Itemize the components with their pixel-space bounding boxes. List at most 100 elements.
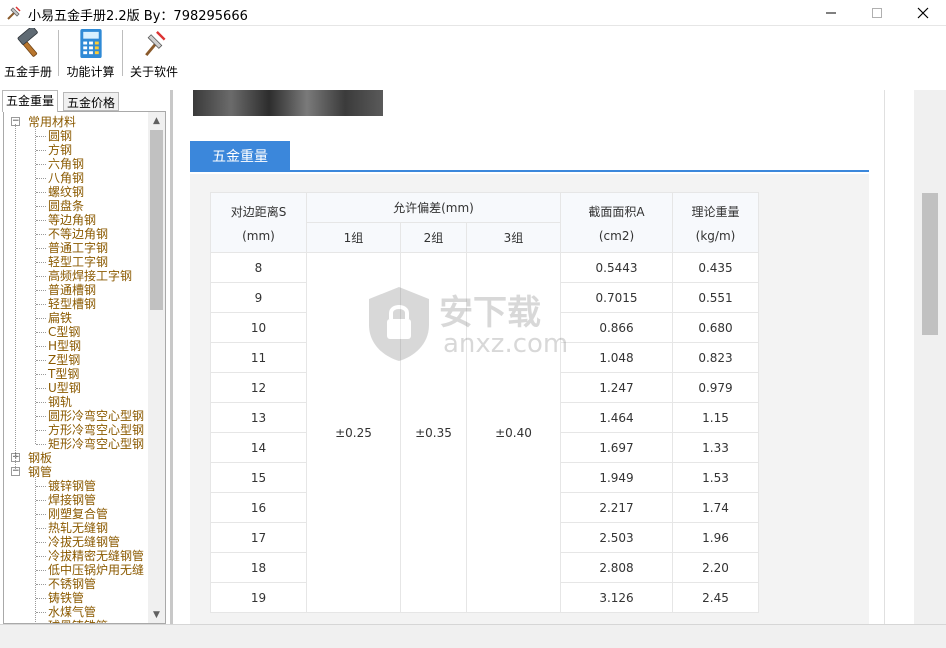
tree-item[interactable]: 方形冷弯空心型钢 [4,423,144,437]
cell-distance: 12 [210,372,307,403]
tree-connector [36,276,46,277]
content-scrollbar[interactable] [914,90,946,624]
section-underline [190,170,869,172]
tree-group[interactable]: − 钢管 [4,465,144,479]
tree-item-label: 镀锌钢管 [48,479,97,493]
col-header-group1: 1组 [306,222,401,253]
window-title: 小易五金手册2.2版 By：798295666 [28,9,248,24]
tree-item[interactable]: 普通工字钢 [4,241,144,255]
cell-weight: 2.20 [672,552,759,583]
material-tree[interactable]: ▲ ▼ − 常用材料 圆钢 方钢 六角钢 八角钢 螺纹钢 圆盘条 等边角钢 不等边角钢 普通工字钢轻… [3,111,166,624]
toolbar-button-hardware-manual[interactable]: 五金手册 [3,28,53,80]
tree-connector [36,220,46,221]
cell-distance: 8 [210,252,307,283]
tree-item[interactable]: 不等边角钢 [4,227,144,241]
maximize-icon [872,8,882,18]
toolbar-button-about[interactable]: 关于软件 [127,28,181,80]
close-button[interactable] [900,0,946,26]
tree-item[interactable]: 焊接钢管 [4,493,144,507]
tree-item[interactable]: 冷拔无缝钢管 [4,535,144,549]
tree-connector [36,346,46,347]
tree-item[interactable]: 刚塑复合管 [4,507,144,521]
tree-item[interactable]: 轻型槽钢 [4,297,144,311]
tree-item[interactable]: 铸铁管 [4,591,144,605]
tree-item[interactable]: Z型钢 [4,353,144,367]
tree-item[interactable]: T型钢 [4,367,144,381]
tree-item[interactable]: 圆形冷弯空心型钢 [4,409,144,423]
tree-item[interactable]: U型钢 [4,381,144,395]
cell-area: 1.697 [560,432,673,463]
tree-item-label: 铸铁管 [48,591,85,605]
tab-hardware-weight[interactable]: 五金重量 [2,90,59,112]
maximize-button[interactable] [854,0,900,26]
col-header-distance-unit: (mm) [242,228,275,243]
toolbar-separator [122,30,123,76]
tree-item[interactable]: 矩形冷弯空心型钢 [4,437,144,451]
tree-item[interactable]: 冷拔精密无缝钢管 [4,549,144,563]
content-scroll-thumb[interactable] [922,193,938,335]
cell-distance: 13 [210,402,307,433]
cell-distance: 14 [210,432,307,463]
left-tab-strip: 五金重量 五金价格 [2,90,168,112]
watermark-subtext: anxz.com [443,329,569,359]
cell-weight: 1.53 [672,462,759,493]
tree-item-label: 不等边角钢 [48,227,109,241]
tree-connector [36,528,46,529]
tree-item-label: 冷拔精密无缝钢管 [48,549,145,563]
cell-weight: 1.15 [672,402,759,433]
scroll-down-icon[interactable]: ▼ [148,606,165,623]
tree-item[interactable]: 普通槽钢 [4,283,144,297]
toolbar-button-calculate[interactable]: 功能计算 [63,28,118,80]
tree-item[interactable]: 镀锌钢管 [4,479,144,493]
tree-item[interactable]: 钢轨 [4,395,144,409]
col-header-weight-unit: (kg/m) [695,228,736,243]
tree-scroll-thumb[interactable] [150,130,163,310]
tree-scrollbar[interactable]: ▲ ▼ [148,112,165,623]
toolbar: 五金手册 功能计算 关于软件 [0,26,946,84]
tree-connector [36,556,46,557]
cell-area: 1.464 [560,402,673,433]
tree-item[interactable]: 螺纹钢 [4,185,144,199]
tree-item[interactable]: 六角钢 [4,157,144,171]
tree-item-label: 焊接钢管 [48,493,97,507]
tree-connector [36,150,46,151]
watermark-text: 安下载 [439,293,541,333]
minimize-button[interactable] [808,0,854,26]
cell-area: 1.247 [560,372,673,403]
tree-connector [36,360,46,361]
table-panel: 对边距离S (mm) 允许偏差(mm) 截面面积A (cm2) 理论重量 (kg… [190,174,869,624]
tree-item[interactable]: 热轧无缝钢 [4,521,144,535]
tree-item[interactable]: 扁铁 [4,311,144,325]
cell-weight: 2.45 [672,582,759,613]
cell-area: 3.126 [560,582,673,613]
cell-weight: 0.823 [672,342,759,373]
tab-hardware-price[interactable]: 五金价格 [63,92,120,111]
tree-item[interactable]: 水煤气管 [4,605,144,619]
tree-item[interactable]: 方钢 [4,143,144,157]
section-title-tab[interactable]: 五金重量 [190,141,290,170]
tree-item[interactable]: 轻型工字钢 [4,255,144,269]
tree-item[interactable]: 低中压锅炉用无缝 [4,563,144,577]
scroll-up-icon[interactable]: ▲ [148,112,165,129]
tree-item[interactable]: 高频焊接工字钢 [4,269,144,283]
tree-group[interactable]: + 钢板 [4,451,144,465]
tree-item[interactable]: 圆钢 [4,129,144,143]
col-header-group3: 3组 [466,222,561,253]
toolbar-separator [58,30,59,76]
tree-connector [36,332,46,333]
toolbar-label: 关于软件 [129,65,178,79]
tree-item-label: 普通槽钢 [48,283,97,297]
tree-item[interactable]: 八角钢 [4,171,144,185]
hammer-icon [17,28,38,57]
tree-item[interactable]: 等边角钢 [4,213,144,227]
tree-item-label: 扁铁 [48,311,73,325]
tree-item[interactable]: C型钢 [4,325,144,339]
tree-item[interactable]: 不锈钢管 [4,577,144,591]
toolbar-label: 五金手册 [3,65,52,79]
col-header-area-label: 截面面积A [588,204,645,219]
tree-item[interactable]: H型钢 [4,339,144,353]
tree-connector [36,542,46,543]
tree-item[interactable]: 圆盘条 [4,199,144,213]
cell-weight: 1.74 [672,492,759,523]
tree-group[interactable]: − 常用材料 [4,115,144,129]
